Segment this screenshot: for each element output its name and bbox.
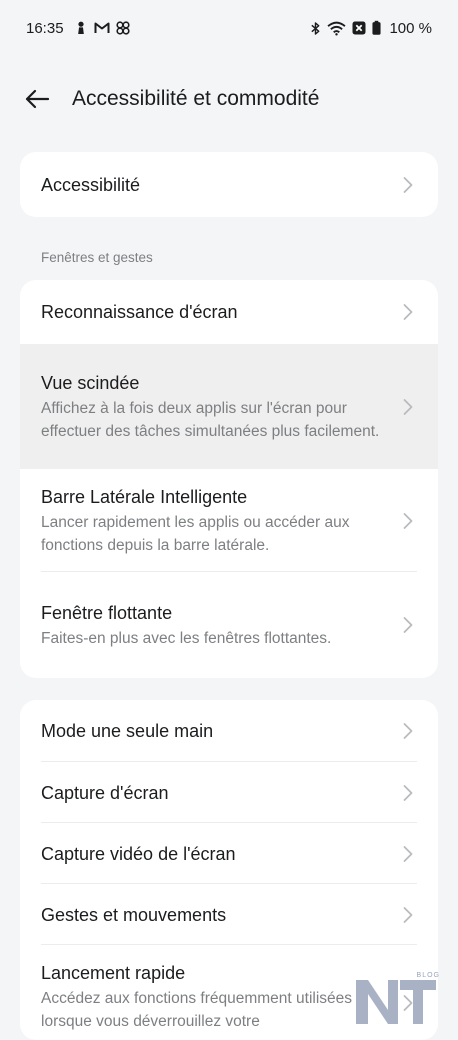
chevron-right-icon	[403, 398, 413, 415]
chevron-right-icon	[403, 723, 413, 739]
row-title: Vue scindée	[41, 372, 140, 393]
row-subtitle: Lancer rapidement les applis ou accéder …	[41, 513, 350, 554]
row-text: Accessibilité	[41, 173, 140, 197]
row-text: Barre Latérale Intelligente Lancer rapid…	[41, 485, 388, 557]
status-left: 16:35	[26, 20, 130, 37]
row-one-hand-mode[interactable]: Mode une seule main	[20, 700, 438, 762]
section-label-windows: Fenêtres et gestes	[41, 250, 153, 265]
row-gestures-motions[interactable]: Gestes et mouvements	[20, 884, 438, 945]
row-floating-window[interactable]: Fenêtre flottante Faites-en plus avec le…	[20, 572, 438, 678]
row-screen-recording[interactable]: Capture vidéo de l'écran	[20, 823, 438, 884]
row-text: Fenêtre flottante Faites-en plus avec le…	[41, 601, 331, 650]
row-text: Capture vidéo de l'écran	[41, 842, 236, 866]
row-text: Mode une seule main	[41, 719, 213, 743]
row-smart-sidebar[interactable]: Barre Latérale Intelligente Lancer rapid…	[20, 469, 438, 572]
row-title: Barre Latérale Intelligente	[41, 486, 248, 507]
back-button[interactable]	[22, 84, 52, 114]
gmail-icon	[94, 22, 110, 33]
row-accessibility[interactable]: Accessibilité	[20, 152, 438, 217]
watermark-tag: BLOG	[416, 972, 440, 979]
row-title: Lancement rapide	[41, 963, 186, 983]
status-bar: 16:35 100 %	[0, 0, 458, 56]
row-text: Reconnaissance d'écran	[41, 300, 238, 324]
chevron-right-icon	[403, 512, 413, 529]
nt-logo-icon	[356, 980, 436, 1024]
chevron-right-icon	[403, 617, 413, 633]
row-title: Capture d'écran	[41, 782, 169, 803]
header: Accessibilité et commodité	[0, 72, 458, 126]
card-windows-gestures: Reconnaissance d'écran Vue scindée Affic…	[20, 280, 438, 678]
row-title: Capture vidéo de l'écran	[41, 843, 236, 864]
row-subtitle: Faites-en plus avec les fenêtres flottan…	[41, 629, 332, 647]
row-subtitle: Accédez aux fonctions fréquemment utilis…	[41, 990, 353, 1030]
row-title: Fenêtre flottante	[41, 602, 173, 623]
status-right: 100 %	[310, 20, 432, 37]
row-text: Lancement rapide Accédez aux fonctions f…	[41, 961, 388, 1033]
row-subtitle: Affichez à la fois deux applis sur l'écr…	[41, 399, 380, 440]
row-split-view[interactable]: Vue scindée Affichez à la fois deux appl…	[20, 344, 438, 469]
chevron-right-icon	[403, 304, 413, 320]
row-title: Accessibilité	[41, 174, 141, 195]
chevron-right-icon	[403, 784, 413, 801]
chevron-right-icon	[403, 906, 413, 923]
page-title: Accessibilité et commodité	[72, 87, 320, 110]
chevron-right-icon	[403, 845, 413, 862]
row-title: Reconnaissance d'écran	[41, 302, 238, 322]
battery-icon	[372, 20, 382, 35]
row-text: Gestes et mouvements	[41, 903, 226, 927]
x-box-icon	[352, 21, 366, 35]
status-time: 16:35	[26, 19, 64, 37]
row-text: Vue scindée Affichez à la fois deux appl…	[41, 371, 388, 443]
person-icon	[77, 21, 84, 34]
card-accessibility: Accessibilité	[20, 152, 438, 217]
battery-percent: 100 %	[389, 19, 432, 37]
row-text: Capture d'écran	[41, 781, 169, 805]
back-arrow-icon	[25, 89, 50, 109]
watermark-logo: BLOG	[354, 972, 444, 1024]
row-screenshot[interactable]: Capture d'écran	[20, 762, 438, 823]
row-screen-recognition[interactable]: Reconnaissance d'écran	[20, 280, 438, 344]
row-title: Gestes et mouvements	[41, 904, 227, 925]
wifi-icon	[327, 21, 346, 36]
chevron-right-icon	[403, 176, 413, 193]
row-title: Mode une seule main	[41, 721, 214, 741]
bluetooth-icon	[311, 21, 320, 35]
pinwheel-icon	[115, 21, 130, 35]
